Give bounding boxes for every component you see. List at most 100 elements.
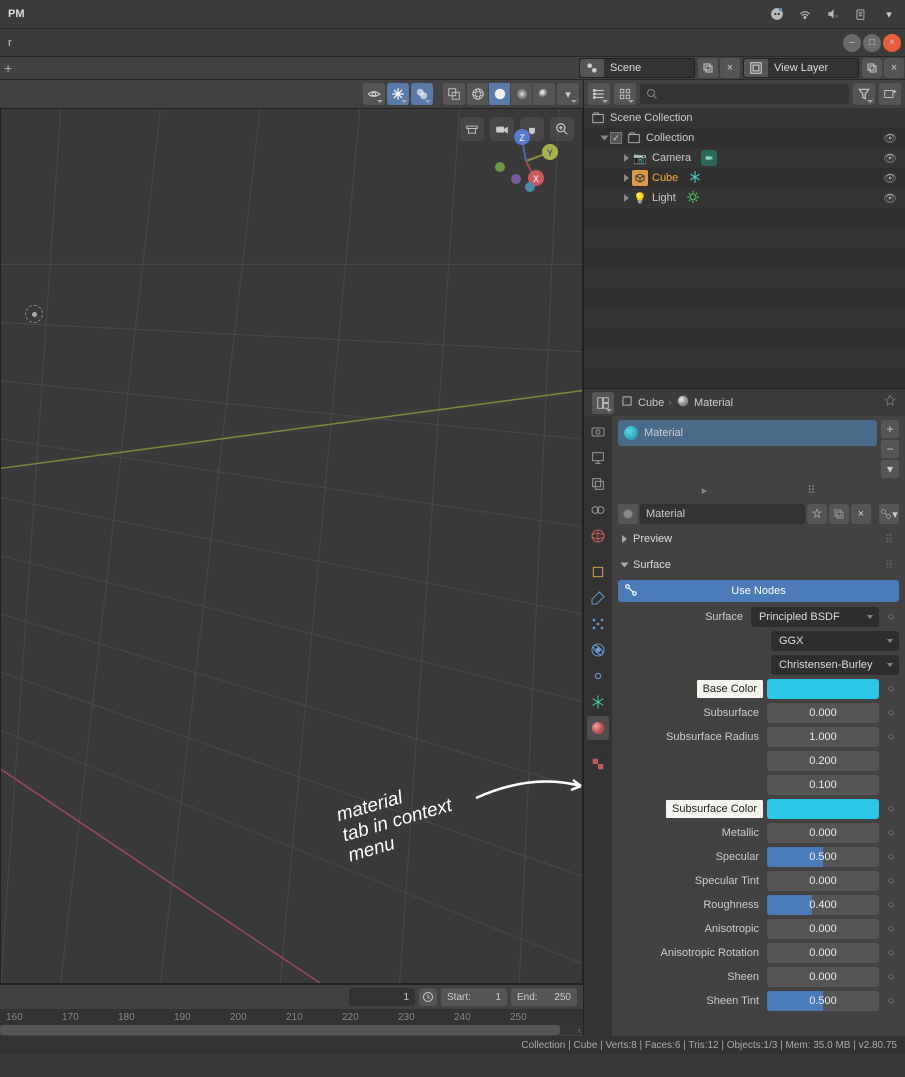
visibility-dropdown[interactable] [363, 83, 385, 105]
viewlayer-browse-icon[interactable] [744, 59, 768, 77]
input-socket[interactable]: ○ [883, 803, 899, 815]
material-slot[interactable]: Material [618, 420, 877, 446]
eye-icon[interactable]: 👁 [883, 152, 897, 165]
mesh-data-icon[interactable] [688, 170, 702, 187]
add-workspace-button[interactable]: + [0, 60, 577, 76]
outliner-display-mode[interactable] [614, 83, 636, 105]
outliner-item-cube[interactable]: Cube 👁 [584, 168, 905, 188]
volume-icon[interactable]: x [825, 6, 841, 22]
shading-lookdev[interactable] [511, 83, 533, 105]
input-socket[interactable]: ○ [883, 827, 899, 839]
outliner-collection[interactable]: ✓ Collection 👁 [584, 128, 905, 148]
prop-value[interactable]: 0.200 [767, 751, 879, 771]
input-socket[interactable]: ○ [883, 947, 899, 959]
material-name-field[interactable]: Material [640, 504, 805, 524]
outliner-item-camera[interactable]: 📷 Camera 👁 [584, 148, 905, 168]
tab-world[interactable] [587, 524, 609, 548]
material-slot-expand[interactable]: ▸⠿ [618, 482, 899, 498]
start-frame-field[interactable]: Start:1 [441, 988, 507, 1006]
shading-wireframe[interactable] [467, 83, 489, 105]
surface-shader-select[interactable]: Principled BSDF [751, 607, 879, 627]
prop-value[interactable]: 0.500 [767, 847, 879, 867]
color-swatch[interactable] [767, 679, 879, 699]
pin-icon[interactable] [883, 394, 897, 411]
outliner-filter[interactable] [853, 83, 875, 105]
input-socket[interactable]: ○ [883, 995, 899, 1007]
material-browse[interactable] [618, 504, 638, 524]
prop-value[interactable]: 0.000 [767, 967, 879, 987]
tab-modifiers[interactable] [587, 586, 609, 610]
material-unlink[interactable]: × [851, 504, 871, 524]
prop-value[interactable]: 0.000 [767, 943, 879, 963]
tab-texture[interactable] [587, 752, 609, 776]
color-swatch[interactable] [767, 799, 879, 819]
timeline-scrollbar[interactable]: ‹ [0, 1025, 583, 1035]
navigation-gizmo[interactable]: Z Y X [490, 125, 562, 197]
use-nodes-button[interactable]: Use Nodes [618, 580, 899, 602]
xray-toggle[interactable] [443, 83, 465, 105]
input-socket[interactable]: ○ [883, 611, 899, 623]
input-socket[interactable] [883, 779, 899, 791]
tab-scene[interactable] [587, 498, 609, 522]
input-socket[interactable]: ○ [883, 683, 899, 695]
remove-material-slot[interactable]: − [881, 440, 899, 458]
tab-constraints[interactable] [587, 664, 609, 688]
tab-viewlayer[interactable] [587, 472, 609, 496]
outliner-item-light[interactable]: 💡 Light 👁 [584, 188, 905, 208]
timeline-ruler[interactable]: 160170180190200210220230240250 [0, 1009, 583, 1025]
scene-browse-icon[interactable] [580, 59, 604, 77]
tab-material[interactable] [587, 716, 609, 740]
properties-editor-type[interactable] [592, 392, 614, 414]
distribution-select[interactable]: GGX [771, 631, 899, 651]
current-frame-field[interactable]: 1 [349, 988, 415, 1006]
overlay-dropdown[interactable] [411, 83, 433, 105]
light-object-icon[interactable] [25, 305, 43, 323]
material-copy[interactable] [829, 504, 849, 524]
gizmo-dropdown[interactable] [387, 83, 409, 105]
tab-object[interactable] [587, 560, 609, 584]
camera-data-icon[interactable] [701, 150, 717, 166]
scene-name[interactable]: Scene [604, 62, 694, 74]
input-socket[interactable] [883, 755, 899, 767]
material-node-link[interactable]: ▾ [879, 504, 899, 524]
viewport-3d[interactable]: Z Y X material tab in context menu [0, 108, 583, 984]
prop-value[interactable]: 0.000 [767, 703, 879, 723]
tab-mesh[interactable] [587, 690, 609, 714]
panel-preview[interactable]: Preview⠿ [618, 528, 899, 550]
maximize-button[interactable]: □ [863, 34, 881, 52]
outliner-search[interactable] [640, 84, 849, 104]
shading-rendered[interactable] [533, 83, 555, 105]
new-viewlayer-button[interactable] [862, 58, 882, 78]
prop-value[interactable]: 0.400 [767, 895, 879, 915]
outliner-scene-collection[interactable]: Scene Collection [584, 108, 905, 128]
new-scene-button[interactable] [698, 58, 718, 78]
battery-icon[interactable] [853, 6, 869, 22]
minimize-button[interactable]: – [843, 34, 861, 52]
outliner-new-collection[interactable] [879, 83, 901, 105]
eye-icon[interactable]: 👁 [883, 172, 897, 185]
outliner-editor-type[interactable] [588, 83, 610, 105]
delete-scene-button[interactable]: × [720, 58, 740, 78]
panel-surface[interactable]: Surface⠿ [618, 554, 899, 576]
shading-options[interactable]: ▾ [557, 83, 579, 105]
shading-solid[interactable] [489, 83, 511, 105]
input-socket[interactable]: ○ [883, 899, 899, 911]
input-socket[interactable]: ○ [883, 875, 899, 887]
light-data-icon[interactable] [686, 190, 700, 207]
eye-icon[interactable]: 👁 [883, 132, 897, 145]
input-socket[interactable]: ○ [883, 971, 899, 983]
delete-viewlayer-button[interactable]: × [884, 58, 904, 78]
chevron-down-icon[interactable]: ▾ [881, 6, 897, 22]
input-socket[interactable]: ○ [883, 731, 899, 743]
tab-output[interactable] [587, 446, 609, 470]
input-socket[interactable]: ○ [883, 923, 899, 935]
prop-value[interactable]: 0.100 [767, 775, 879, 795]
end-frame-field[interactable]: End:250 [511, 988, 577, 1006]
add-material-slot[interactable]: + [881, 420, 899, 438]
sss-method-select[interactable]: Christensen-Burley [771, 655, 899, 675]
auto-key-button[interactable] [419, 988, 437, 1006]
prop-value[interactable]: 0.000 [767, 871, 879, 891]
wifi-icon[interactable] [797, 6, 813, 22]
viewlayer-name[interactable]: View Layer [768, 62, 858, 74]
material-slot-menu[interactable]: ▾ [881, 460, 899, 478]
